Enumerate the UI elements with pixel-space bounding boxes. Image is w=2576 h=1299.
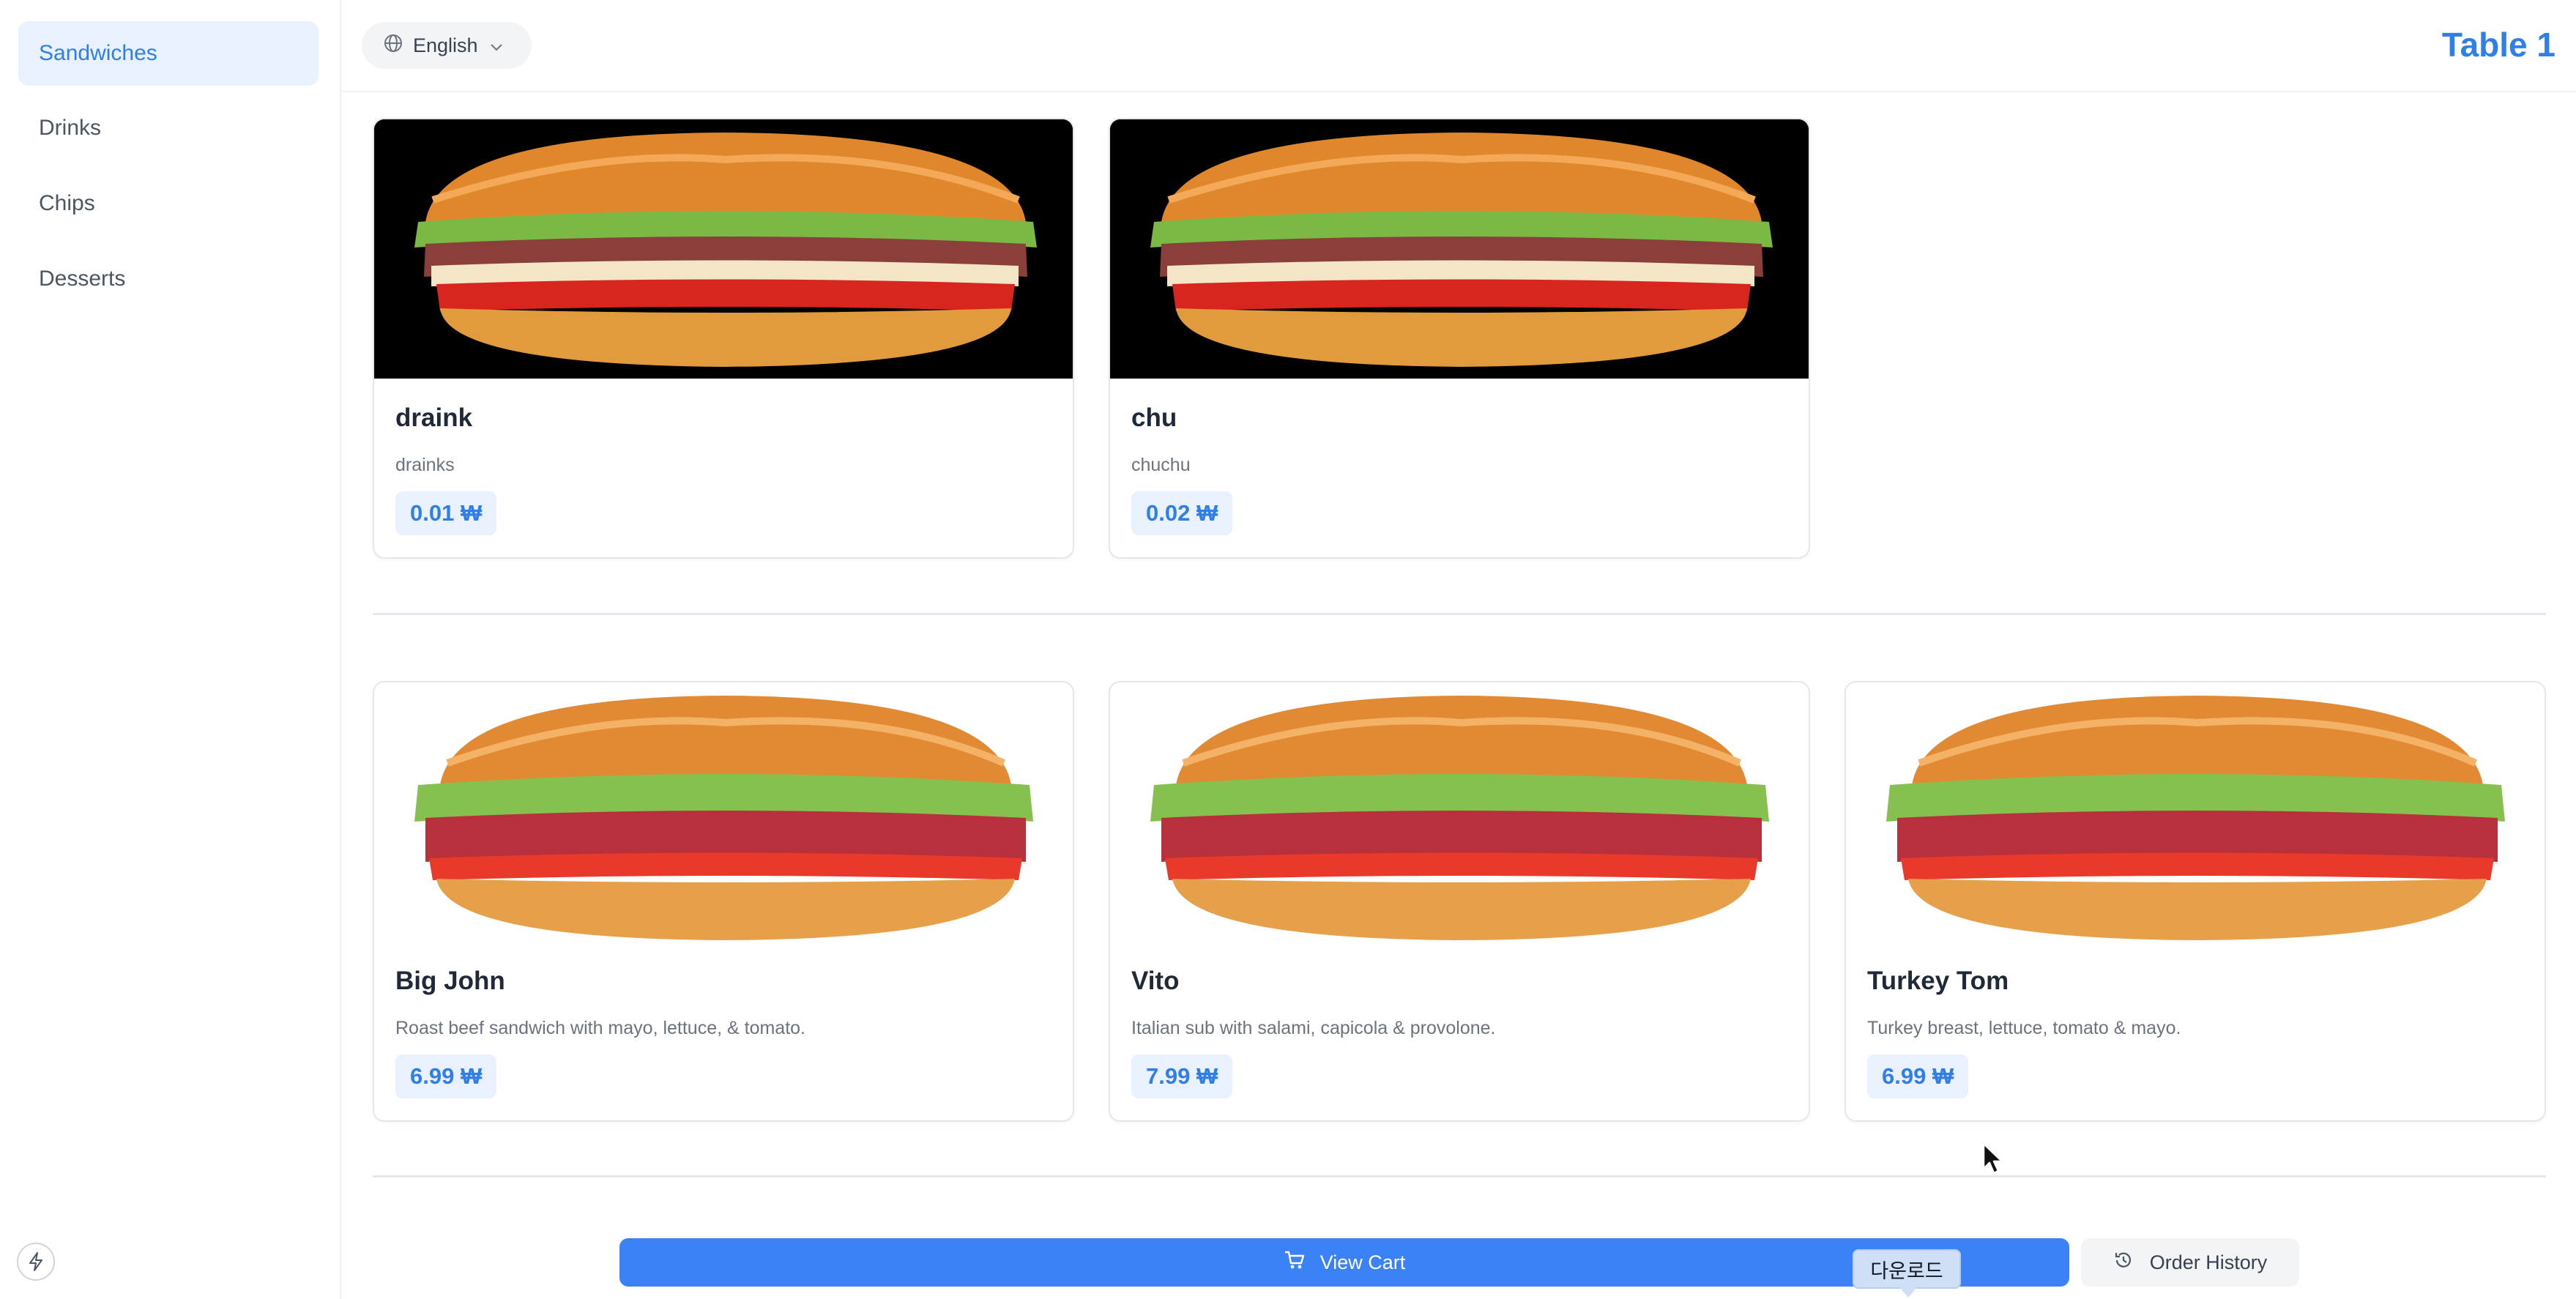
item-price: 7.99 ₩ [1131,1054,1233,1098]
item-description: Roast beef sandwich with mayo, lettuce, … [395,1018,805,1038]
menu-item-card[interactable]: Vito Italian sub with salami, capicola &… [1109,681,1810,1122]
top-header: English Table 1 [341,0,2576,92]
item-description: chuchu [1131,455,1191,475]
item-price: 6.99 ₩ [1867,1054,1969,1098]
history-icon [2113,1250,2134,1276]
sidebar-item-chips[interactable]: Chips [18,171,319,236]
menu-item-card[interactable]: Big John Roast beef sandwich with mayo, … [373,681,1074,1122]
globe-icon [384,34,403,58]
order-history-button[interactable]: Order History [2081,1238,2299,1287]
item-price: 6.99 ₩ [395,1054,497,1098]
category-sidebar: Sandwiches Drinks Chips Desserts [0,0,341,1299]
item-name: draink [395,403,473,432]
sandwich-image [374,119,1073,379]
table-title: Table 1 [2441,26,2555,64]
view-cart-button[interactable]: View Cart [619,1238,2069,1287]
sidebar-item-desserts[interactable]: Desserts [18,247,319,311]
item-price: 0.02 ₩ [1131,491,1233,535]
menu-item-card[interactable]: draink drainks 0.01 ₩ [373,118,1074,559]
order-history-label: Order History [2149,1251,2268,1273]
item-description: drainks [395,455,455,475]
sidebar-item-sandwiches[interactable]: Sandwiches [18,21,319,86]
section-divider [373,613,2546,615]
menu-item-card[interactable]: chu chuchu 0.02 ₩ [1109,118,1810,559]
sandwich-image [1110,682,1809,942]
download-tooltip: 다운로드 [1853,1249,1961,1289]
language-value: English [413,34,478,56]
sidebar-item-drinks[interactable]: Drinks [18,96,319,160]
item-name: Big John [395,967,505,995]
item-name: Vito [1131,967,1180,995]
sandwich-image [1110,119,1809,379]
item-description: Turkey breast, lettuce, tomato & mayo. [1867,1018,2181,1038]
item-description: Italian sub with salami, capicola & prov… [1131,1018,1496,1038]
tooltip-arrow [1899,1287,1917,1298]
view-cart-label: View Cart [1319,1251,1406,1273]
chevron-down-icon [490,34,503,57]
bolt-icon[interactable] [17,1243,55,1281]
sandwich-image [1846,682,2545,942]
app-root: Sandwiches Drinks Chips Desserts English… [0,0,2576,1299]
item-name: chu [1131,403,1177,432]
sandwich-image [374,682,1073,942]
cart-icon [1284,1250,1306,1276]
item-price: 0.01 ₩ [395,491,497,535]
item-name: Turkey Tom [1867,967,2009,995]
section-divider [373,1175,2546,1177]
menu-item-card[interactable]: Turkey Tom Turkey breast, lettuce, tomat… [1844,681,2546,1122]
language-selector[interactable]: English [362,22,532,69]
mouse-cursor-icon [1981,1142,2006,1180]
